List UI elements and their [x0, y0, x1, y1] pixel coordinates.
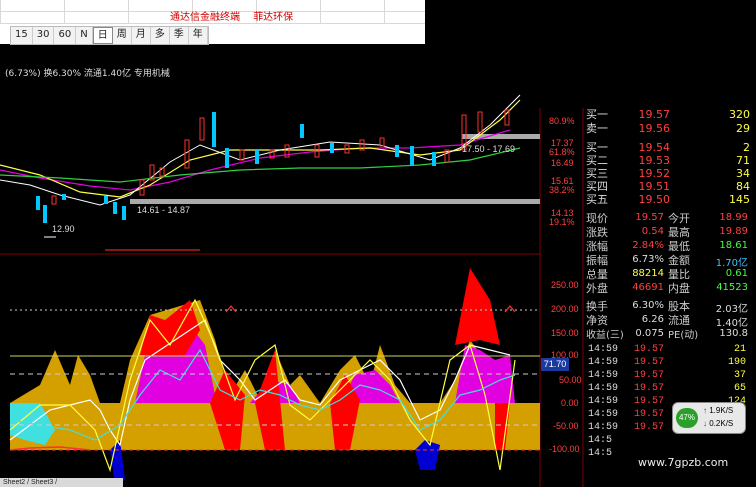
sheet-tabs[interactable]: Sheet2 / Sheet3 /: [0, 478, 123, 487]
candlesticks: [36, 109, 510, 223]
order-row: 买三 19.52 34: [586, 167, 750, 180]
network-speed-widget[interactable]: 47% ↑ 1.9K/S ↓ 0.2K/S: [672, 402, 746, 434]
tick-row: 14:5: [588, 435, 613, 446]
price-axis-label: 61.8%: [549, 147, 575, 157]
upload-speed: ↑ 1.9K/S: [703, 406, 734, 415]
osc-axis-label: -100.00: [549, 444, 580, 454]
order-row: 买一 19.54 2: [586, 141, 750, 154]
order-row: 买四 19.51 84: [586, 180, 750, 193]
osc-axis-label: 0.00: [561, 398, 579, 408]
band-lower-label: 14.61 - 14.87: [137, 205, 191, 215]
osc-axis-label: -50.00: [553, 421, 579, 431]
up-arrow-icon: ↑: [703, 406, 707, 415]
tick-row: 14:59 19.57 65: [588, 383, 746, 394]
osc-current-value: 71.70: [541, 358, 569, 371]
cpu-percent-badge: 47%: [676, 408, 698, 428]
ma-green: [0, 147, 521, 183]
band-upper-label: 17.50 - 17.69: [462, 144, 516, 154]
order-row: 买一 19.57 320: [586, 108, 750, 121]
ma-yellow: [0, 99, 521, 198]
order-row: 卖一 19.56 29: [586, 122, 750, 135]
download-speed: ↓ 0.2K/S: [703, 419, 734, 428]
osc-axis-label: 50.00: [559, 375, 582, 385]
down-arrow-icon: ↓: [703, 419, 707, 428]
price-axis-label: 38.2%: [549, 185, 575, 195]
tick-row: 14:59 19.57 21: [588, 344, 746, 355]
tick-row: 14:59 19.57 37: [588, 370, 746, 381]
osc-axis-label: 250.00: [551, 280, 579, 290]
price-axis-label: 16.49: [551, 158, 574, 168]
oscillator-panel: [9, 268, 540, 485]
price-axis-label: 80.9%: [549, 116, 575, 126]
watermark: www.7gpzb.com: [638, 456, 729, 469]
osc-axis-label: 150.00: [551, 328, 579, 338]
price-axis-label: 19.1%: [549, 217, 575, 227]
low-price-label: 12.90: [52, 224, 75, 234]
order-row: 买五 19.50 145: [586, 193, 750, 206]
order-row: 买二 19.53 71: [586, 154, 750, 167]
osc-axis-label: 200.00: [551, 304, 579, 314]
resistance-band: [462, 134, 540, 139]
tick-row: 14:59 19.57 190: [588, 357, 746, 368]
support-band: [130, 199, 540, 204]
